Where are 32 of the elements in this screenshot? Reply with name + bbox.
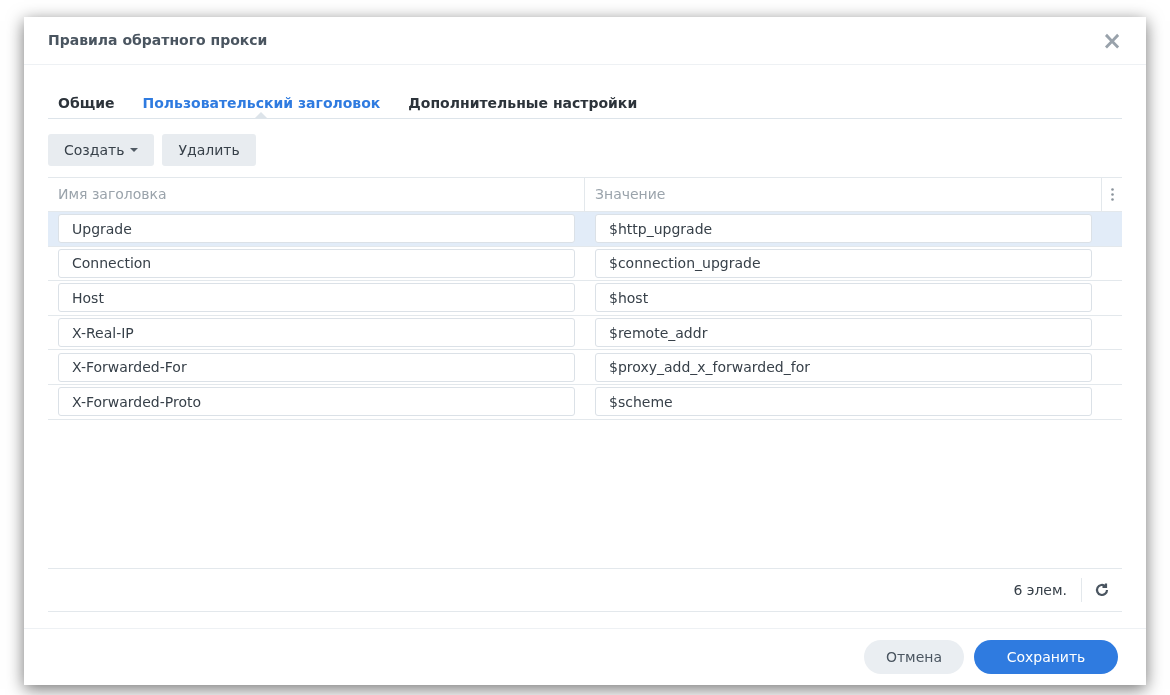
create-button[interactable]: Создать	[48, 134, 155, 166]
caret-icon	[130, 148, 139, 152]
table-row[interactable]: Connection $connection_upgrade	[48, 246, 1122, 282]
window-title: Правила обратного прокси	[48, 31, 268, 50]
more-options-icon[interactable]	[1110, 188, 1114, 201]
input-field[interactable]: Connection	[58, 248, 575, 278]
input-field[interactable]: $http_upgrade	[595, 214, 1092, 244]
item-count: 6 элем.	[1013, 578, 1082, 602]
table-row[interactable]: Host $host	[48, 281, 1122, 316]
column-header: Значение	[595, 185, 666, 204]
refresh-icon[interactable]	[1094, 582, 1110, 598]
input-field[interactable]: Host	[58, 283, 575, 313]
cancel-button[interactable]: Отмена	[863, 640, 964, 674]
input-field[interactable]: $proxy_add_x_forwarded_for	[595, 352, 1092, 382]
column-header: Имя заголовка	[58, 185, 167, 204]
input-field[interactable]: $host	[595, 283, 1092, 313]
input-field[interactable]: X-Forwarded-For	[58, 352, 575, 382]
input-field[interactable]: Upgrade	[58, 214, 575, 244]
delete-button[interactable]: Удалить	[162, 134, 256, 166]
table-row[interactable]: X-Forwarded-For $proxy_add_x_forwarded_for	[48, 350, 1122, 385]
tab[interactable]: Общие	[58, 88, 115, 118]
input-field[interactable]: X-Real-IP	[58, 318, 575, 348]
tab[interactable]: Дополнительные настройки	[408, 88, 638, 118]
input-field[interactable]: $connection_upgrade	[595, 248, 1092, 278]
table-row[interactable]: Upgrade $http_upgrade	[48, 212, 1122, 247]
table-row[interactable]: X-Forwarded-Proto $scheme	[48, 384, 1122, 420]
input-field[interactable]: X-Forwarded-Proto	[58, 387, 575, 417]
tab[interactable]: Пользовательский заголовок	[142, 88, 381, 118]
save-button[interactable]: Сохранить	[974, 640, 1118, 674]
table-row[interactable]: X-Real-IP $remote_addr	[48, 315, 1122, 351]
input-field[interactable]: $remote_addr	[595, 318, 1092, 348]
input-field[interactable]: $scheme	[595, 387, 1092, 417]
